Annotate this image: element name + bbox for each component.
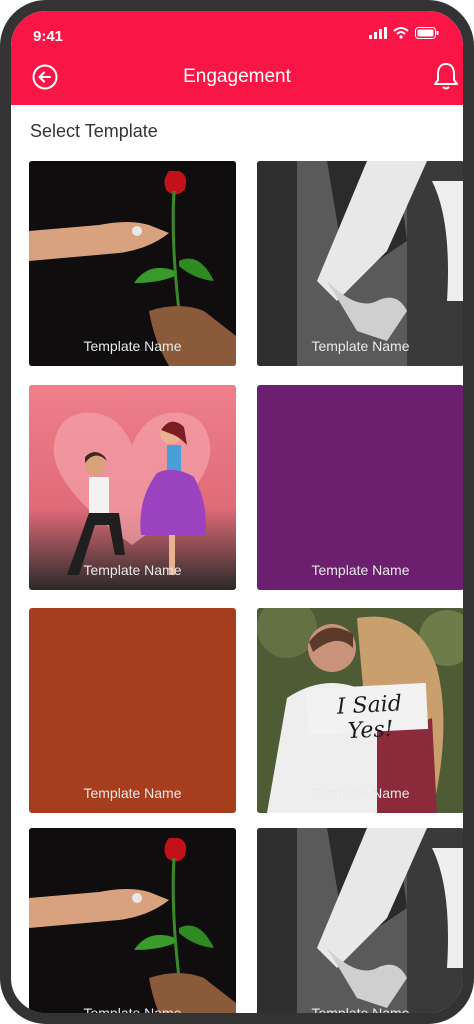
template-card[interactable]: Template Name <box>29 385 236 590</box>
template-card[interactable]: Template Name <box>257 161 463 366</box>
proposal-cartoon-image <box>29 385 236 590</box>
app-header: 9:41 Engagement <box>11 11 463 105</box>
couple-heart-hands-image <box>257 828 463 1013</box>
template-card[interactable]: Template Name <box>29 608 236 813</box>
wifi-icon <box>393 27 409 39</box>
template-name-label: Template Name <box>311 562 410 578</box>
rose-ring-image <box>29 161 236 366</box>
section-title: Select Template <box>30 121 158 141</box>
template-name-label: Template Name <box>83 338 182 354</box>
status-time: 9:41 <box>33 28 64 45</box>
rose-ring-image <box>29 828 236 1013</box>
bell-icon[interactable] <box>433 61 459 91</box>
template-card[interactable]: I Said Yes! Template Name <box>257 608 463 813</box>
template-card[interactable]: Template Name <box>257 828 463 1021</box>
template-card[interactable]: Template Name <box>257 385 463 590</box>
couple-heart-hands-image <box>257 161 463 366</box>
template-name-label: Template Name <box>311 338 410 354</box>
template-name-label: Template Name <box>83 562 182 578</box>
status-icons <box>369 27 439 39</box>
template-name-label: Template Name <box>83 785 182 801</box>
page-title: Engagement <box>183 66 291 87</box>
signal-icon <box>369 27 387 39</box>
sign-text: I Said Yes! <box>336 691 403 745</box>
phone-frame: 9:41 Engagement Select Template Template… <box>0 0 474 1024</box>
template-name-label: Template Name <box>311 785 410 801</box>
template-name-label: Template Name <box>83 1005 182 1021</box>
template-card[interactable]: Template Name <box>29 161 236 366</box>
battery-icon <box>415 27 439 39</box>
template-card[interactable]: Template Name <box>29 828 236 1021</box>
template-name-label: Template Name <box>311 1005 410 1021</box>
